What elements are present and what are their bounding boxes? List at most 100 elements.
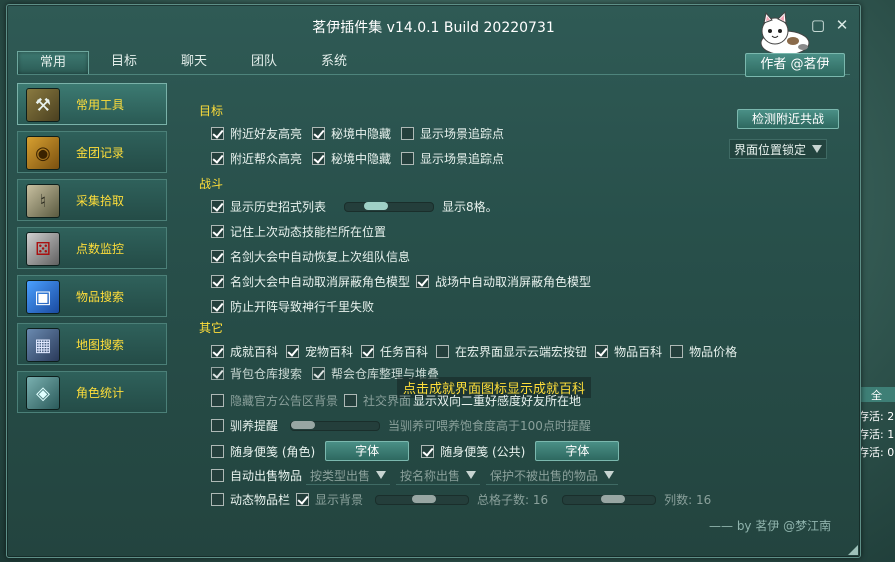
tab-common[interactable]: 常用: [17, 51, 89, 75]
columns-slider[interactable]: [562, 494, 657, 505]
anti-fail-checkbox[interactable]: [211, 300, 224, 313]
field-cancel-hide-checkbox[interactable]: [416, 275, 430, 288]
sell-by-type-dropdown[interactable]: 按类型出售: [306, 466, 391, 485]
dynamic-bar-label: 动态物品栏: [230, 493, 291, 507]
hide-notice-bg-checkbox[interactable]: [211, 394, 224, 407]
slider-thumb[interactable]: [601, 494, 626, 503]
show-bg-checkbox[interactable]: [296, 493, 310, 506]
pet-wiki-label: 宠物百科: [305, 345, 354, 359]
tame-remind-checkbox[interactable]: [211, 419, 224, 432]
remember-position-checkbox[interactable]: [211, 225, 224, 238]
chevron-down-icon: [812, 145, 823, 153]
sidebar-item-gather[interactable]: ♮ 采集拾取: [17, 179, 167, 221]
horn-icon: ♮: [26, 184, 60, 218]
target-row-1: 附近好友高亮 秘境中隐藏 显示场景追踪点: [211, 125, 514, 142]
position-lock-label: 界面位置锁定: [734, 142, 807, 157]
protect-items-dropdown[interactable]: 保护不被出售的物品: [486, 466, 619, 485]
memo-role-font-button[interactable]: 字体: [325, 441, 410, 461]
slider-thumb[interactable]: [291, 420, 316, 429]
tame-remind-label: 驯养提醒: [230, 419, 279, 433]
sell-by-name-dropdown[interactable]: 按名称出售: [396, 466, 481, 485]
section-title-battle: 战斗: [199, 177, 224, 191]
sidebar-item-item-search[interactable]: ▣ 物品搜索: [17, 275, 167, 317]
quest-wiki-checkbox[interactable]: [361, 345, 375, 358]
memo-public-label: 随身便笺 (公共): [440, 444, 526, 459]
friend-hide-dungeon-checkbox[interactable]: [312, 127, 326, 140]
map-icon: ▦: [26, 328, 60, 362]
history-list-label: 显示历史招式列表: [230, 200, 327, 214]
guild-track-point-checkbox[interactable]: [401, 152, 415, 165]
other-row-1: 成就百科 宠物百科 任务百科 在宏界面显示云端宏按钮 物品百科 物品价格: [211, 343, 747, 360]
section-title-other: 其它: [199, 321, 224, 335]
sell-by-type-label: 按类型出售: [310, 468, 371, 483]
field-cancel-hide-label: 战场中自动取消屏蔽角色模型: [435, 275, 592, 289]
item-wiki-checkbox[interactable]: [595, 345, 609, 358]
section-title-target: 目标: [199, 104, 224, 118]
chevron-down-icon: [376, 471, 387, 479]
memo-public-checkbox[interactable]: [421, 444, 435, 458]
guild-highlight-checkbox[interactable]: [211, 152, 224, 165]
footer-credit: —— by 茗伊 @梦江南: [709, 519, 832, 533]
overlay-stat: 存活: 2: [858, 410, 895, 423]
sidebar-item-label: 物品搜索: [76, 290, 125, 304]
sidebar-item-label: 点数监控: [76, 242, 125, 256]
tame-row: 驯养提醒 当驯养可喂养饱食度高于100点时提醒: [211, 417, 601, 434]
chart-icon: ◈: [26, 376, 60, 410]
pet-wiki-checkbox[interactable]: [286, 345, 300, 358]
sidebar-item-points[interactable]: ⚄ 点数监控: [17, 227, 167, 269]
columns-label: 列数: 16: [664, 493, 712, 507]
resize-grip-icon[interactable]: [848, 545, 858, 555]
restore-team-checkbox[interactable]: [211, 250, 224, 263]
social-checkbox[interactable]: [344, 394, 358, 407]
overlay-tab-all[interactable]: 全: [858, 387, 895, 402]
memo-public-font-button[interactable]: 字体: [535, 441, 620, 461]
slider-thumb[interactable]: [364, 201, 389, 210]
sidebar-item-gold-team[interactable]: ◉ 金团记录: [17, 131, 167, 173]
memo-role-label: 随身便笺 (角色): [230, 444, 316, 459]
history-count-slider[interactable]: [344, 201, 435, 212]
item-price-checkbox[interactable]: [670, 345, 684, 358]
plugin-window: 茗伊插件集 v14.0.1 Build 20220731 ▢ ✕ 常用 目标 聊…: [6, 4, 861, 558]
sidebar-item-common-tools[interactable]: ⚒ 常用工具: [17, 83, 167, 125]
sidebar-item-label: 地图搜索: [76, 338, 125, 352]
item-price-label: 物品价格: [689, 345, 738, 359]
restore-team-label: 名剑大会中自动恢复上次组队信息: [230, 250, 411, 264]
tame-hint-label: 当驯养可喂养饱食度高于100点时提醒: [388, 419, 591, 433]
auto-sell-row: 自动出售物品 按类型出售 按名称出售 保护不被出售的物品: [211, 466, 624, 485]
tab-target[interactable]: 目标: [89, 51, 159, 73]
battle-history-row: 显示历史招式列表 显示8格。: [211, 198, 508, 215]
achievement-wiki-checkbox[interactable]: [211, 345, 224, 358]
guild-hide-dungeon-checkbox[interactable]: [312, 152, 326, 165]
sidebar-item-role-stats[interactable]: ◈ 角色统计: [17, 371, 167, 413]
tame-slider[interactable]: [290, 420, 381, 431]
bag-search-checkbox[interactable]: [211, 367, 224, 380]
friend-track-point-label: 显示场景追踪点: [420, 127, 505, 141]
anti-fail-label: 防止开阵导致神行千里失败: [230, 300, 375, 314]
dynamic-bar-checkbox[interactable]: [211, 493, 224, 506]
guild-hide-dungeon-label: 秘境中隐藏: [331, 152, 392, 166]
sidebar-item-label: 金团记录: [76, 146, 125, 160]
cloud-macro-checkbox[interactable]: [436, 345, 450, 358]
sell-by-name-label: 按名称出售: [400, 468, 461, 483]
history-count-label: 显示8格。: [442, 200, 498, 214]
chevron-down-icon: [604, 471, 615, 479]
friend-track-point-checkbox[interactable]: [401, 127, 415, 140]
content-panel: 目标 附近好友高亮 秘境中隐藏 显示场景追踪点 附近帮众高亮 秘境中隐藏 显示场…: [197, 5, 857, 557]
guild-storage-checkbox[interactable]: [312, 367, 326, 380]
position-lock-dropdown[interactable]: 界面位置锁定: [729, 139, 828, 159]
sidebar-item-map-search[interactable]: ▦ 地图搜索: [17, 323, 167, 365]
memo-role-checkbox[interactable]: [211, 444, 224, 458]
battle-remember-row: 记住上次动态技能栏所在位置: [211, 223, 396, 240]
friend-highlight-checkbox[interactable]: [211, 127, 224, 140]
item-wiki-label: 物品百科: [614, 345, 663, 359]
dynamic-bar-row: 动态物品栏 显示背景 总格子数: 16 列数: 16: [211, 491, 721, 508]
history-list-checkbox[interactable]: [211, 200, 224, 213]
slider-thumb[interactable]: [412, 494, 437, 503]
detect-nearby-button[interactable]: 检测附近共战: [737, 109, 839, 129]
box-icon: ▣: [26, 280, 60, 314]
total-slots-slider[interactable]: [375, 494, 470, 505]
auto-sell-checkbox[interactable]: [211, 469, 224, 482]
overlay-stat: 存活: 0: [858, 446, 895, 459]
arena-cancel-hide-checkbox[interactable]: [211, 275, 224, 288]
tools-icon: ⚒: [26, 88, 60, 122]
